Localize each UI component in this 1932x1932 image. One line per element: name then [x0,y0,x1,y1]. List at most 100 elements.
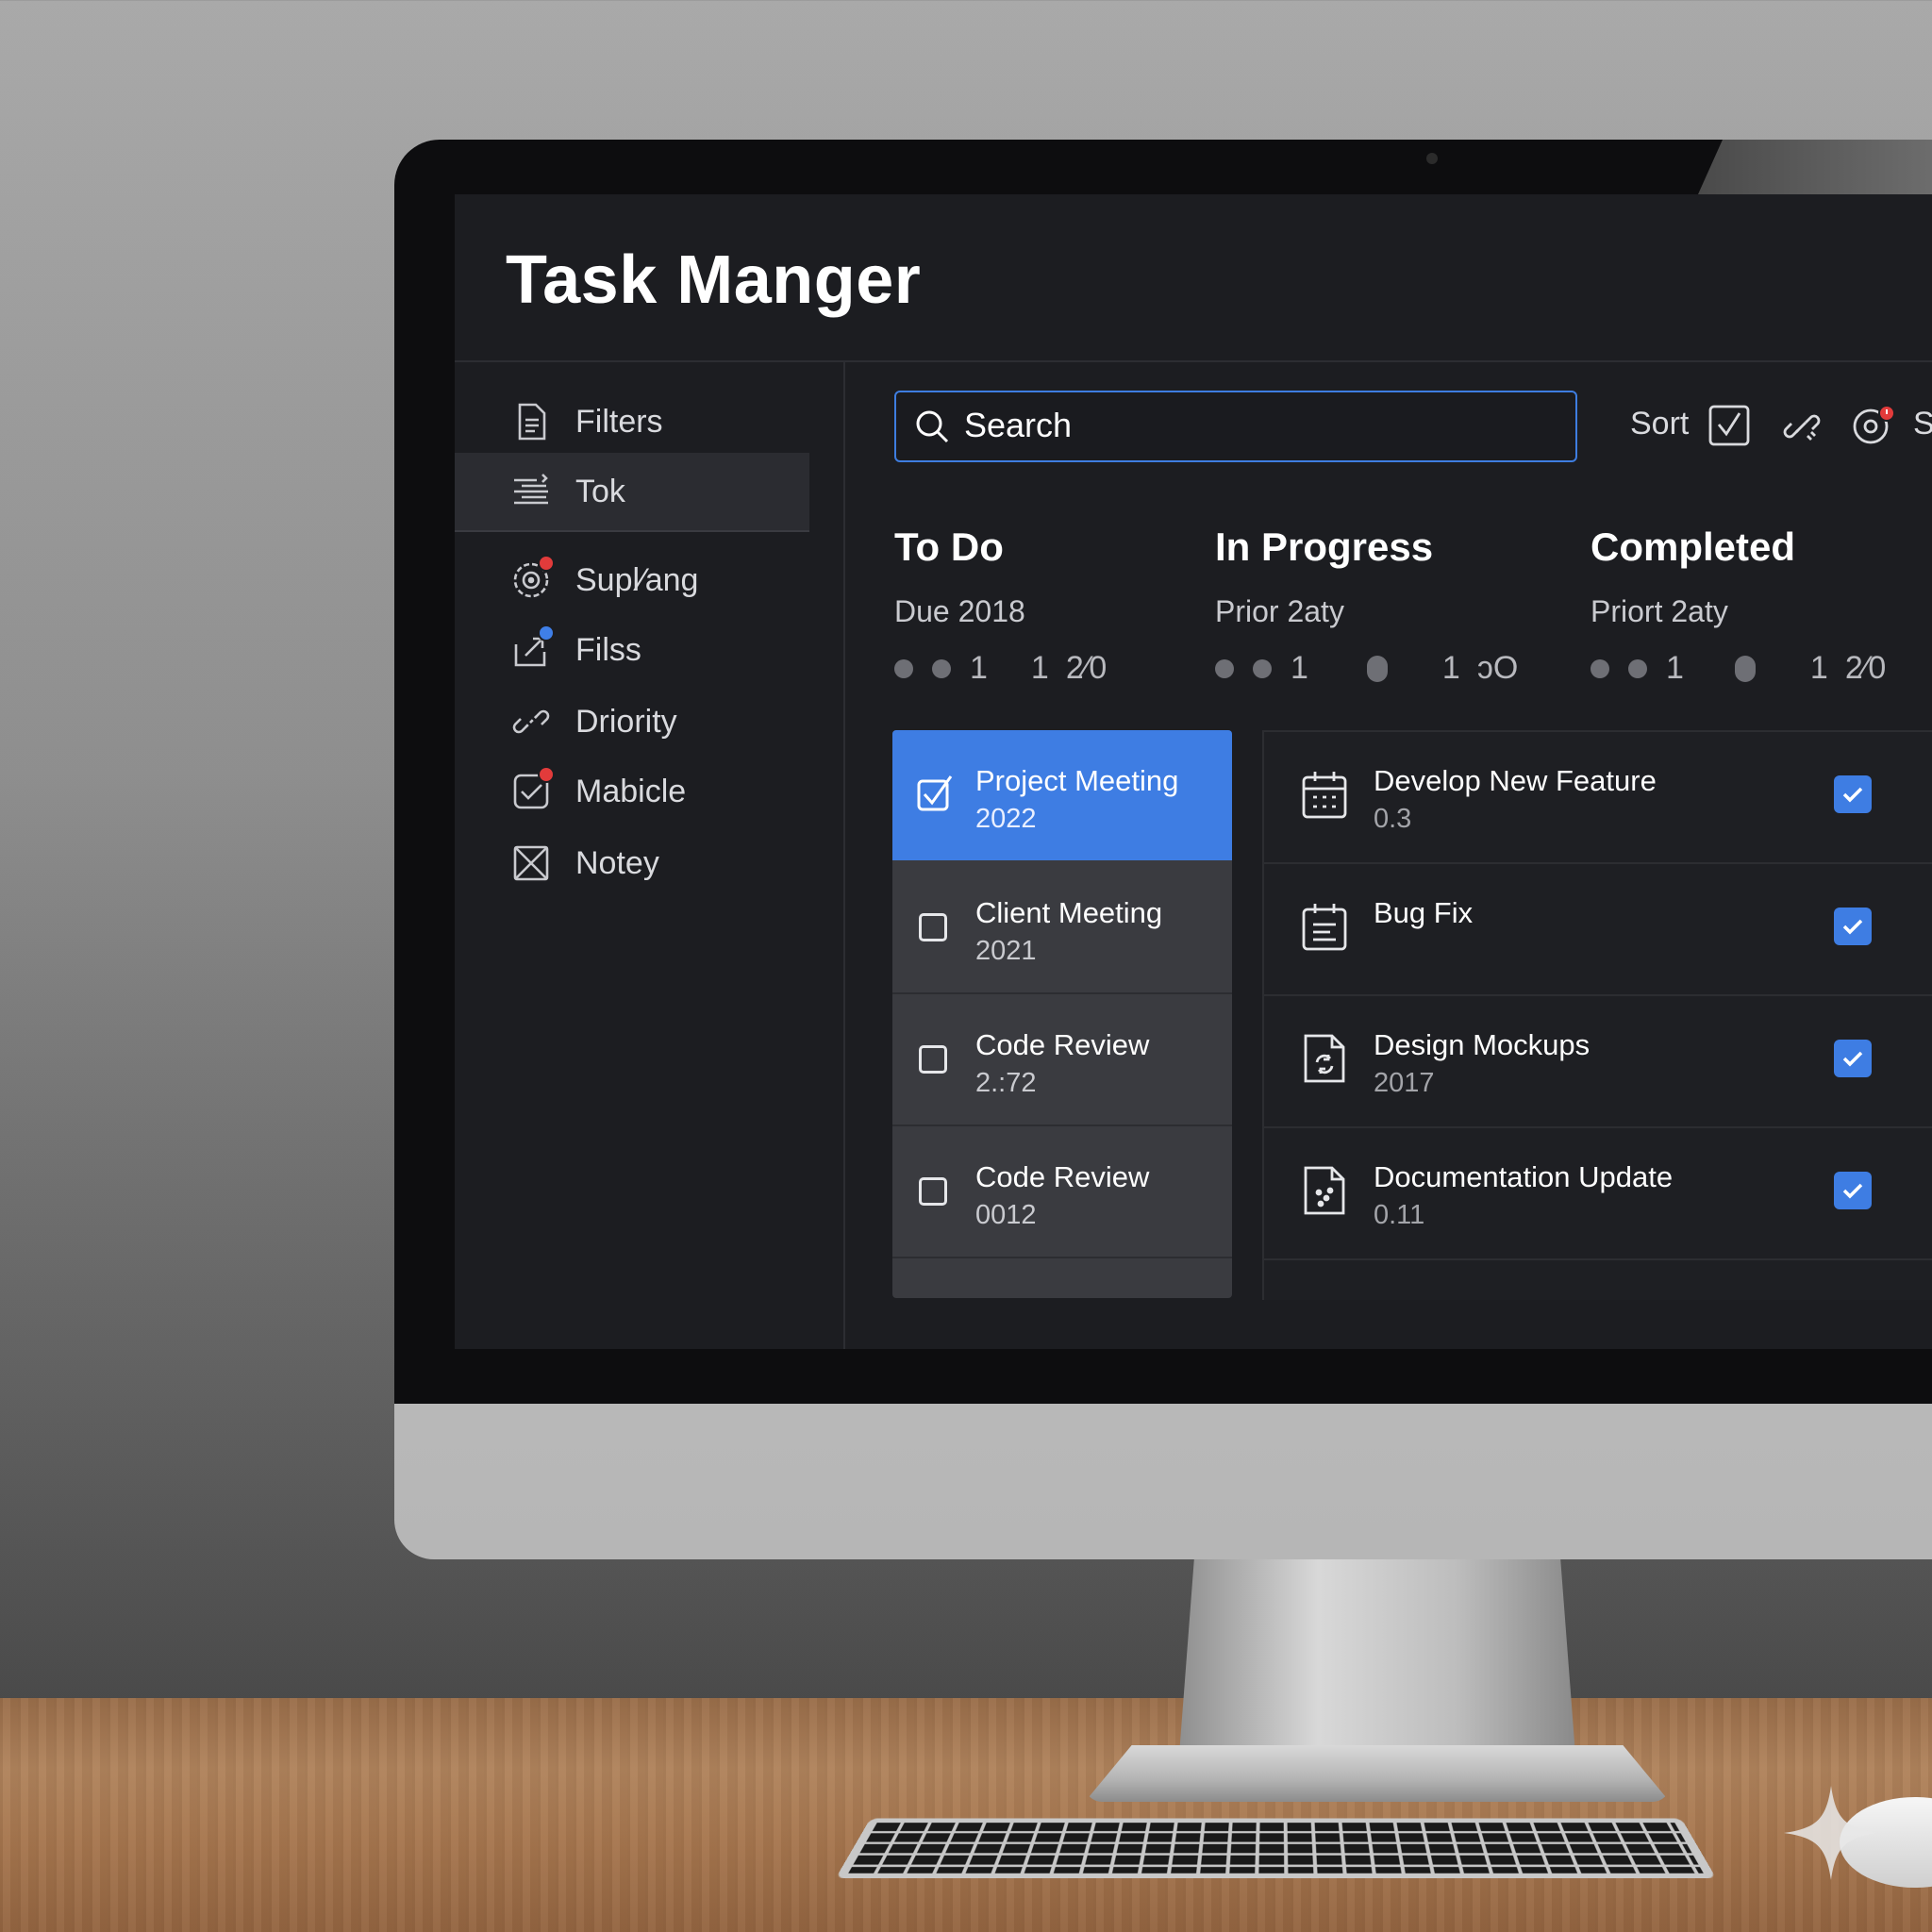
notification-icon[interactable] [1851,404,1894,447]
search-input[interactable] [964,402,1549,449]
task-title: Project Meeting [975,764,1178,798]
todo-item[interactable]: Project Meeting 2022 [892,730,1232,860]
bezel-reflection [1698,140,1932,194]
todo-item[interactable]: Client Meeting 2021 [892,862,1232,994]
share-box-icon [509,628,553,672]
status-dot [894,659,913,678]
task-title: Design Mockups [1374,1028,1590,1062]
sidebar-item-label: Tok [575,474,625,510]
todo-item[interactable]: Code Review 0012 [892,1126,1232,1258]
completed-list: Develop New Feature 0.3 Bug Fix Design M… [1262,730,1932,1300]
meta-count: 1 [1666,650,1684,687]
task-title: Develop New Feature [1374,764,1657,798]
completed-checkbox[interactable] [1834,1172,1872,1209]
task-title: Bug Fix [1374,896,1473,930]
calendar-list-icon [1300,900,1349,953]
completed-item[interactable]: Bug Fix [1264,864,1932,996]
task-checkbox[interactable] [919,1177,947,1206]
status-dot [932,659,951,678]
sidebar-item-filters[interactable]: Filters [455,383,809,460]
task-title: Documentation Update [1374,1160,1673,1194]
meta-count: 1 [1031,650,1049,687]
column-header-in-progress: In Progress Prior 2aty 1 1 ɔO [1215,525,1518,687]
checkbox-sort-icon[interactable] [1707,404,1751,447]
task-title: Code Review [975,1028,1149,1062]
todo-item[interactable]: Code Review 2.:72 [892,994,1232,1126]
task-checkbox[interactable] [919,1045,947,1074]
monitor-stand [1179,1547,1575,1755]
sort-button[interactable]: Sort [1630,406,1689,442]
column-title: Completed [1591,525,1886,570]
completed-checkbox[interactable] [1834,775,1872,813]
task-date: 2.:72 [975,1068,1037,1099]
sidebar-item-label: Supl⁄ang [575,562,698,599]
task-meta: 0.11 [1374,1200,1424,1231]
column-subtitle: Priort 2aty [1591,594,1886,629]
column-meta: 1 1 ɔO [1215,650,1518,687]
notification-badge [538,766,555,783]
file-refresh-icon [1300,1032,1349,1085]
sidebar-item-label: Filss [575,632,641,669]
check-icon [1839,780,1867,808]
todo-list: Project Meeting 2022 Client Meeting 2021… [892,730,1232,1298]
keyboard [836,1819,1716,1878]
sidebar-item-suplang[interactable]: Supl⁄ang [455,541,809,619]
column-subtitle: Due 2018 [894,594,1107,629]
sidebar-item-label: Mabicle [575,774,686,810]
document-icon [509,400,553,443]
link-icon[interactable] [1779,404,1823,447]
column-subtitle: Prior 2aty [1215,594,1518,629]
toolbar-truncated-label[interactable]: S [1913,406,1932,442]
sidebar-item-mabicle[interactable]: Mabicle [455,753,809,830]
keyboard-keys [848,1823,1704,1874]
meta-value: ɔO [1477,650,1518,687]
check-icon [1839,1176,1867,1205]
column-title: In Progress [1215,525,1518,570]
sidebar-item-label: Filters [575,404,663,441]
column-header-todo: To Do Due 2018 1 1 2⁄0 [894,525,1107,687]
checked-checkbox-icon[interactable] [915,772,957,813]
sidebar-item-filss[interactable]: Filss [455,611,809,689]
file-dots-icon [1300,1164,1349,1217]
check-icon [1839,912,1867,941]
completed-checkbox[interactable] [1834,1040,1872,1077]
task-checkbox[interactable] [919,913,947,941]
task-title: Code Review [975,1160,1149,1194]
meta-count: 1 [970,650,988,687]
status-dot [1628,659,1647,678]
monitor-stand-base [1085,1745,1670,1802]
completed-item[interactable]: Design Mockups 2017 [1264,996,1932,1128]
notification-badge [538,555,555,572]
x-square-icon [509,841,553,885]
task-meta: 2017 [1374,1068,1435,1099]
meta-count: 1 [1442,650,1460,687]
target-icon [509,558,553,602]
completed-item[interactable]: Develop New Feature 0.3 [1264,732,1932,864]
desk-surface [0,1698,1932,1932]
meta-value: 2⁄0 [1066,650,1108,687]
status-pill [1735,656,1756,682]
status-pill [1367,656,1388,682]
sidebar-item-notey[interactable]: Notey [455,824,809,902]
search-box[interactable] [894,391,1577,462]
sidebar-divider [843,362,845,1349]
completed-item[interactable]: Documentation Update 0.11 [1264,1128,1932,1260]
sidebar-item-priority[interactable]: Driority [455,683,809,760]
sidebar-item-tok[interactable]: Tok [455,453,809,532]
app-title: Task Manger [506,242,921,319]
list-icon [509,470,553,513]
task-date: 2021 [975,936,1037,967]
column-meta: 1 1 2⁄0 [894,650,1107,687]
completed-checkbox[interactable] [1834,908,1872,945]
task-date: 2022 [975,804,1037,835]
task-date: 0012 [975,1200,1037,1231]
status-dot [1253,659,1272,678]
status-dot [1591,659,1609,678]
meta-value: 2⁄0 [1845,650,1887,687]
task-title: Client Meeting [975,896,1162,930]
meta-count: 1 [1291,650,1308,687]
column-meta: 1 1 2⁄0 [1591,650,1886,687]
column-header-completed: Completed Priort 2aty 1 1 2⁄0 [1591,525,1886,687]
task-meta: 0.3 [1374,804,1411,835]
sparkle-icon [1779,1781,1883,1885]
